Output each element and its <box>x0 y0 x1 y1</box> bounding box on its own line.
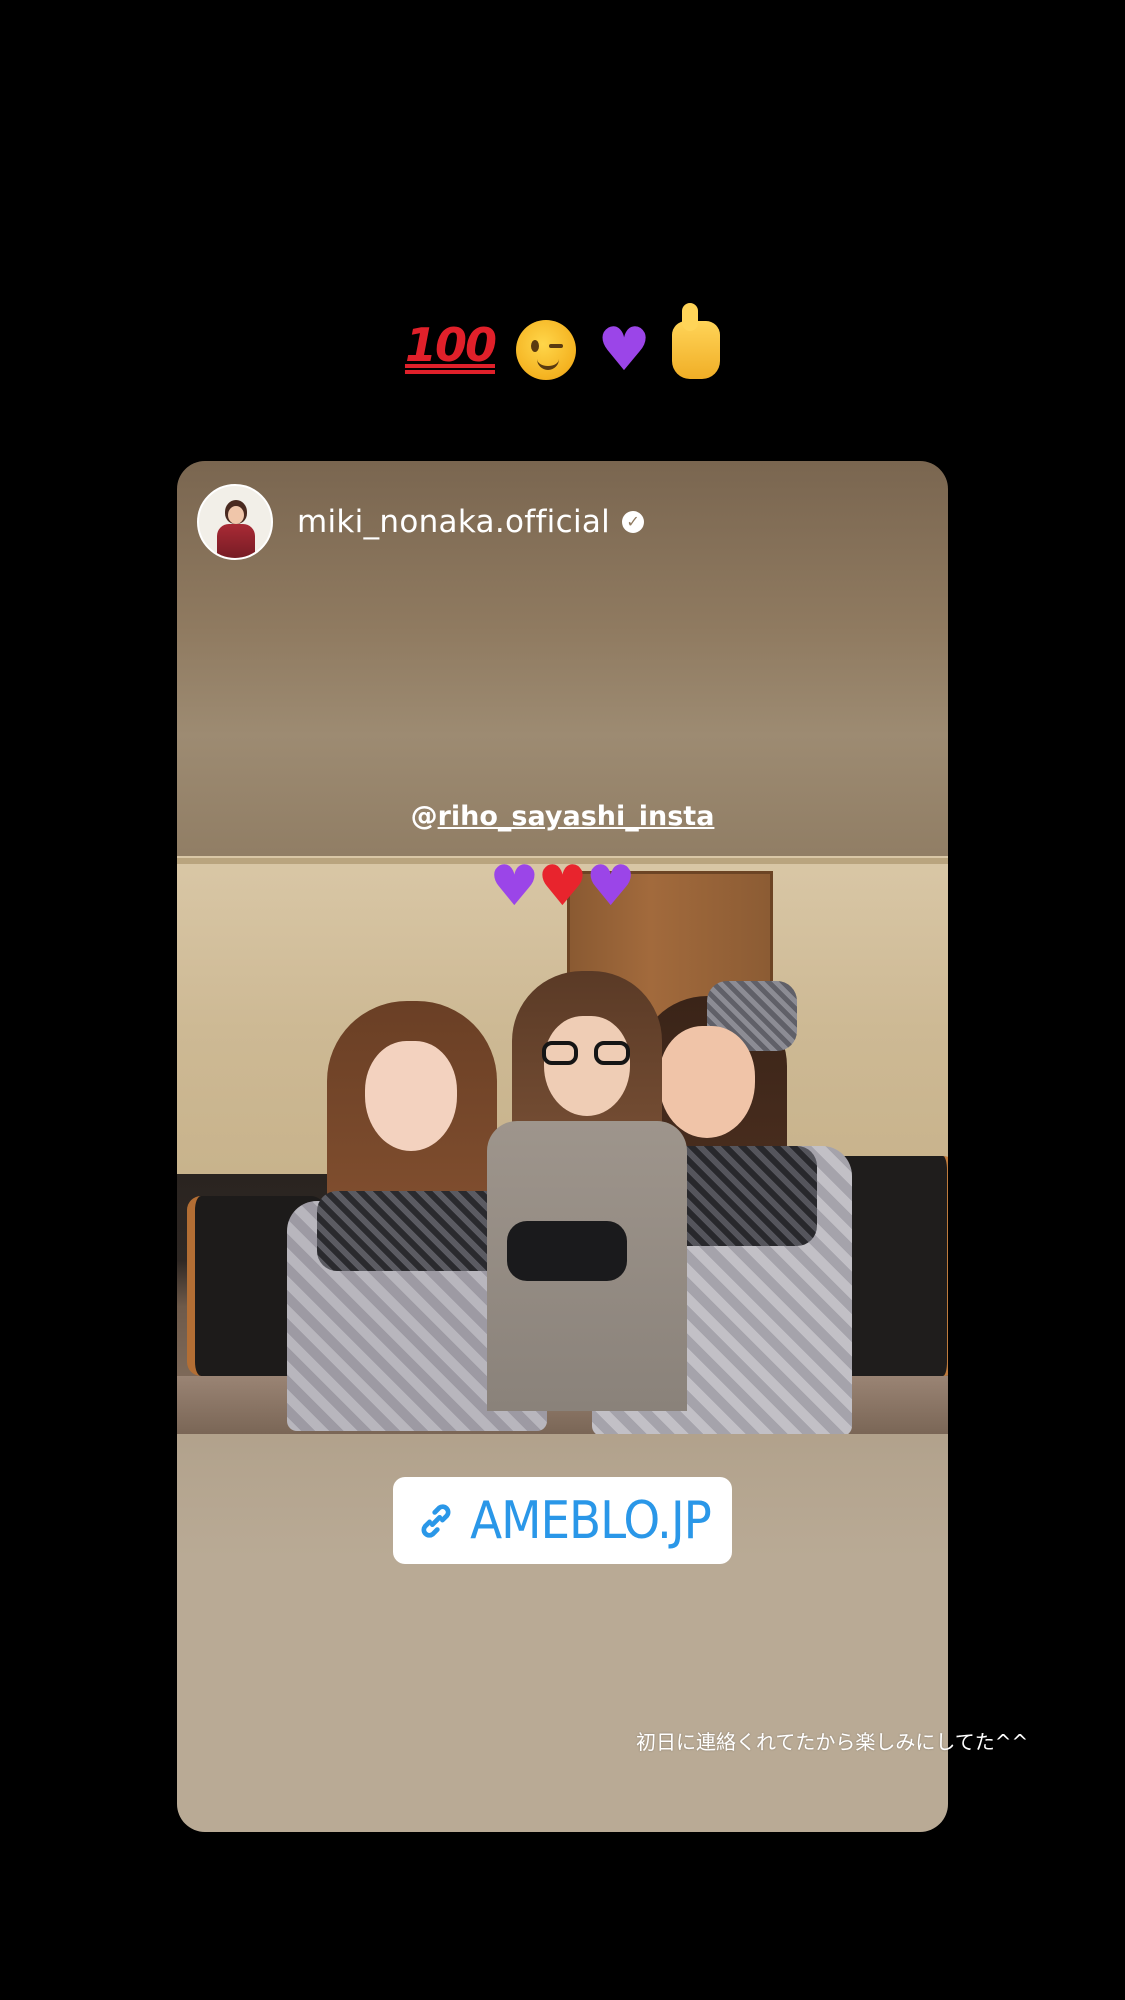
winking-face-emoji <box>516 320 577 381</box>
verified-badge-icon: ✓ <box>622 511 645 533</box>
purple-heart-emoji: ♥ <box>489 853 540 919</box>
link-label: AMEBLO.JP <box>470 1490 712 1551</box>
red-heart-emoji: ♥ <box>537 853 588 919</box>
mention-handle[interactable]: riho_sayashi_insta <box>438 801 715 832</box>
thumbs-up-emoji <box>672 303 721 380</box>
post-header[interactable]: miki_nonaka.official ✓ <box>197 483 645 561</box>
hundred-points-emoji: 100 <box>404 318 497 372</box>
mention-sticker[interactable]: @riho_sayashi_insta <box>177 801 948 832</box>
purple-heart-emoji: ♥ <box>597 315 651 386</box>
hearts-sticker: ♥♥♥ <box>177 856 948 915</box>
purple-heart-emoji: ♥ <box>585 853 636 919</box>
avatar[interactable] <box>197 484 273 560</box>
link-icon <box>421 1503 451 1538</box>
post-photo <box>177 856 948 1434</box>
story-emoji-row: 100 ♥ <box>0 303 1125 387</box>
link-sticker[interactable]: AMEBLO.JP <box>393 1477 732 1564</box>
story-caption: 初日に連絡くれてたから楽しみにしてた^^ <box>636 1730 1029 1754</box>
username[interactable]: miki_nonaka.official <box>297 504 610 540</box>
mention-prefix: @ <box>410 801 438 832</box>
shared-post-card[interactable]: miki_nonaka.official ✓ @riho_sayashi_ins… <box>177 461 948 1832</box>
